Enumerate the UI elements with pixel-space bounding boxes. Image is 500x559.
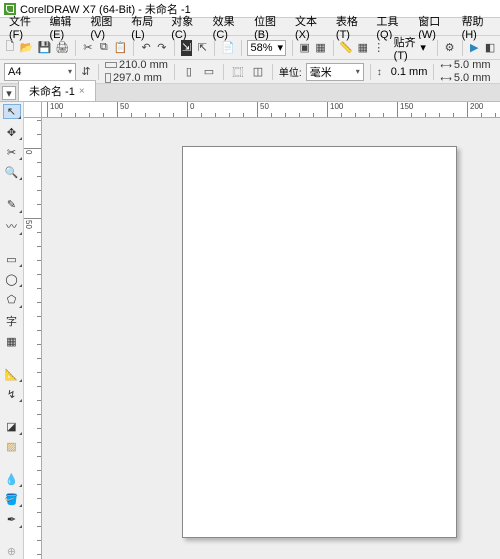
transparency-icon[interactable]: ▨ — [3, 440, 21, 454]
ellipse-tool-icon[interactable]: ◯ — [3, 272, 21, 286]
landscape-icon[interactable]: ▭ — [201, 64, 217, 80]
redo-icon[interactable]: ↷ — [156, 40, 168, 56]
paste-icon[interactable]: 📋 — [114, 40, 128, 56]
show-rulers-icon[interactable]: ▦ — [315, 40, 327, 56]
drop-shadow-icon[interactable]: ◪ — [3, 420, 21, 434]
outline-tool-icon[interactable]: ✒ — [3, 512, 21, 526]
ruler-toggle-icon[interactable]: 📏 — [339, 40, 353, 56]
rectangle-tool-icon[interactable]: ▭ — [3, 252, 21, 266]
current-page-icon[interactable]: ◫ — [250, 64, 266, 80]
unit-label: 单位: — [279, 64, 302, 79]
menu-help[interactable]: 帮助(H) — [457, 12, 496, 42]
menu-bitmap[interactable]: 位图(B) — [249, 12, 288, 42]
document-tabs: ▾ 未命名 -1 × — [0, 84, 500, 102]
document-tab[interactable]: 未命名 -1 × — [18, 80, 96, 101]
drawing-area[interactable] — [42, 118, 500, 559]
guides-toggle-icon[interactable]: ⋮ — [373, 40, 385, 56]
pick-tool-icon[interactable]: ↖ — [3, 104, 21, 119]
menu-table[interactable]: 表格(T) — [331, 12, 369, 42]
menu-layout[interactable]: 布局(L) — [126, 12, 164, 42]
page-canvas[interactable] — [182, 146, 457, 538]
artistic-media-icon[interactable]: 〰 — [3, 218, 21, 234]
table-tool-icon[interactable]: ▦ — [3, 335, 21, 349]
toolbox: ↖ ✥ ✂ 🔍 ✎ 〰 ▭ ◯ ⬠ 字 ▦ 📐 ↯ ◪ ▨ 💧 🪣 ✒ ⊕ — [0, 102, 24, 559]
new-icon[interactable]: 🗋 — [4, 40, 16, 56]
text-tool-icon[interactable]: 字 — [3, 313, 21, 329]
menu-view[interactable]: 视图(V) — [85, 12, 124, 42]
menu-text[interactable]: 文本(X) — [290, 12, 329, 42]
horizontal-ruler[interactable]: 100 50 0 50 100 150 200 — [42, 102, 500, 118]
connector-tool-icon[interactable]: ↯ — [3, 387, 21, 401]
ruler-origin[interactable] — [24, 102, 42, 118]
zoom-tool-icon[interactable]: 🔍 — [3, 165, 21, 179]
unit-dropdown[interactable]: 毫米▾ — [306, 63, 364, 81]
publish-icon[interactable]: 📄 — [221, 40, 235, 56]
menu-object[interactable]: 对象(C) — [166, 12, 205, 42]
app-window-icon[interactable]: ◧ — [484, 40, 496, 56]
snap-dropdown[interactable]: 贴齐(T)▾ — [389, 39, 431, 57]
standard-toolbar: 🗋 📂 💾 🖨 ✂ ⧉ 📋 ↶ ↷ ⇲ ⇱ 📄 58%▾ ▣ ▦ 📏 ▦ ⋮ 贴… — [0, 36, 500, 60]
undo-icon[interactable]: ↶ — [140, 40, 152, 56]
save-icon[interactable]: 💾 — [38, 40, 52, 56]
options-icon[interactable]: ⚙ — [444, 40, 456, 56]
page-dimensions[interactable]: 210.0 mm 297.0 mm — [105, 59, 168, 84]
menu-bar: 文件(F) 编辑(E) 视图(V) 布局(L) 对象(C) 效果(C) 位图(B… — [0, 18, 500, 36]
fill-tool-icon[interactable]: 🪣 — [3, 492, 21, 506]
expand-toolbox-icon[interactable]: ⊕ — [3, 545, 21, 559]
cut-icon[interactable]: ✂ — [82, 40, 94, 56]
menu-effect[interactable]: 效果(C) — [208, 12, 247, 42]
vertical-ruler[interactable]: 0 50 — [24, 118, 42, 559]
tab-label: 未命名 -1 — [29, 83, 75, 99]
polygon-tool-icon[interactable]: ⬠ — [3, 292, 21, 306]
freehand-tool-icon[interactable]: ✎ — [3, 198, 21, 212]
menu-window[interactable]: 窗口(W) — [413, 12, 454, 42]
menu-file[interactable]: 文件(F) — [4, 12, 42, 42]
shape-tool-icon[interactable]: ✥ — [3, 125, 21, 139]
all-pages-icon[interactable]: ⿴ — [230, 64, 246, 80]
dimension-tool-icon[interactable]: 📐 — [3, 367, 21, 381]
grid-toggle-icon[interactable]: ▦ — [357, 40, 369, 56]
fullscreen-icon[interactable]: ▣ — [299, 40, 311, 56]
close-tab-icon[interactable]: × — [79, 86, 85, 97]
duplicate-distance[interactable]: ⟷5.0 mm ⟷5.0 mm — [440, 59, 490, 84]
copy-icon[interactable]: ⧉ — [98, 40, 110, 56]
app-icon — [4, 3, 16, 15]
nudge-distance[interactable]: 0.1 mm — [377, 66, 428, 78]
tab-list-icon[interactable]: ▾ — [2, 86, 16, 100]
import-icon[interactable]: ⇲ — [181, 40, 193, 56]
eyedropper-icon[interactable]: 💧 — [3, 472, 21, 486]
portrait-icon[interactable]: ▯ — [181, 64, 197, 80]
open-icon[interactable]: 📂 — [20, 40, 34, 56]
export-icon[interactable]: ⇱ — [196, 40, 208, 56]
print-icon[interactable]: 🖨 — [55, 40, 69, 56]
menu-edit[interactable]: 编辑(E) — [44, 12, 83, 42]
paper-size-dropdown[interactable]: A4▾ — [4, 63, 76, 81]
crop-tool-icon[interactable]: ✂ — [3, 145, 21, 159]
zoom-level[interactable]: 58%▾ — [247, 40, 286, 56]
launch-icon[interactable]: ▶ — [468, 40, 480, 56]
paper-stepper-icon[interactable]: ⇵ — [80, 64, 92, 80]
